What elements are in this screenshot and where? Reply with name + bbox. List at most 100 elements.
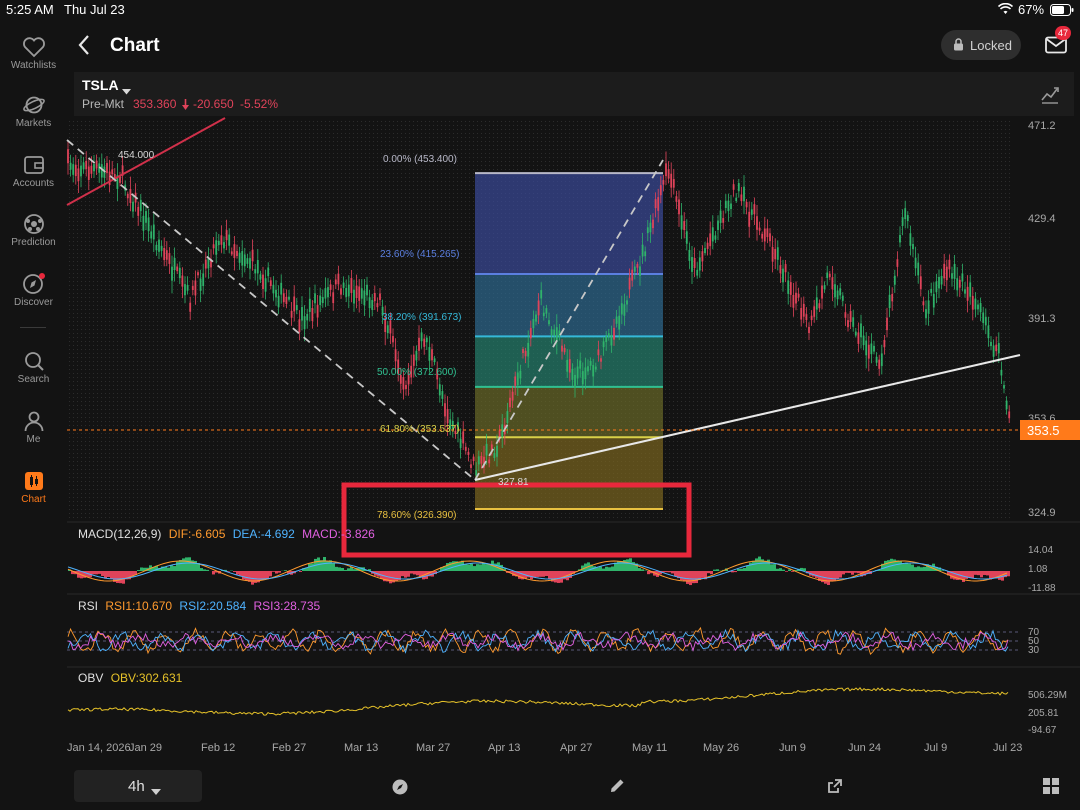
candle-body bbox=[943, 263, 946, 279]
macd-histogram-bar bbox=[980, 571, 983, 578]
candle-body bbox=[618, 315, 621, 330]
macd-histogram-bar bbox=[941, 570, 944, 571]
rsi-title: RSI bbox=[78, 599, 99, 613]
candle-body bbox=[275, 289, 277, 298]
candle-body bbox=[139, 199, 142, 212]
x-tick-label: Jun 9 bbox=[779, 742, 806, 754]
macd-histogram-bar bbox=[626, 559, 629, 571]
candle-body bbox=[540, 290, 543, 299]
candle-body bbox=[696, 269, 699, 276]
obv-y-tick: 506.29M bbox=[1028, 690, 1067, 701]
candle-body bbox=[966, 286, 969, 301]
candle-body bbox=[111, 169, 114, 175]
macd-histogram-bar bbox=[884, 560, 887, 571]
candle-body bbox=[828, 273, 831, 278]
obv-panel bbox=[67, 687, 1009, 716]
candle-body bbox=[1005, 400, 1008, 410]
candle-body bbox=[176, 266, 179, 272]
macd-histogram-bar bbox=[695, 571, 698, 584]
macd-histogram-bar bbox=[311, 563, 314, 571]
fib-level-label: 78.60% (326.390) bbox=[377, 510, 457, 521]
fib-level-label: 61.80% (353.537) bbox=[380, 424, 460, 435]
macd-histogram-bar bbox=[974, 571, 977, 575]
y-tick-label: 429.4 bbox=[1028, 213, 1056, 225]
macd-histogram-bar bbox=[599, 566, 602, 571]
candle-body bbox=[888, 294, 891, 309]
rsi-y-tick: 30 bbox=[1028, 645, 1040, 656]
candle-body bbox=[566, 359, 569, 372]
candle-body bbox=[826, 272, 829, 279]
candle-body bbox=[750, 209, 753, 215]
candle-body bbox=[441, 391, 444, 399]
macd-histogram-bar bbox=[701, 571, 704, 578]
compass-tool-icon[interactable] bbox=[391, 778, 409, 801]
current-price-tag-label: 353.5 bbox=[1027, 423, 1060, 438]
candle-body bbox=[394, 349, 397, 362]
macd-histogram-bar bbox=[902, 563, 905, 571]
candle-body bbox=[727, 200, 730, 212]
macd-histogram-bar bbox=[542, 571, 545, 577]
candle-body bbox=[74, 164, 77, 177]
macd-histogram-bar bbox=[911, 564, 914, 571]
macd-histogram-bar bbox=[596, 567, 599, 571]
grid-icon[interactable] bbox=[1043, 778, 1060, 800]
candle-body bbox=[199, 278, 202, 291]
share-icon[interactable] bbox=[826, 777, 844, 800]
candle-body bbox=[405, 384, 407, 390]
candle-body bbox=[425, 337, 428, 343]
candle-body bbox=[964, 289, 966, 294]
candle-body bbox=[745, 201, 748, 208]
candle-body bbox=[129, 189, 132, 204]
macd-histogram-bar bbox=[461, 560, 464, 571]
candle-body bbox=[925, 309, 927, 319]
macd-histogram-bar bbox=[905, 562, 908, 571]
macd-histogram-bar bbox=[338, 567, 341, 571]
candle-body bbox=[641, 244, 644, 257]
candle-body bbox=[628, 277, 631, 290]
candle-body bbox=[862, 335, 865, 346]
candle-body bbox=[459, 438, 462, 449]
candle-body bbox=[293, 296, 296, 312]
candle-body bbox=[303, 316, 306, 329]
candle-body bbox=[701, 251, 704, 262]
x-tick-label: Feb 27 bbox=[272, 742, 307, 754]
candle-body bbox=[314, 293, 316, 304]
rsi-1: RSI1:10.670 bbox=[105, 599, 173, 613]
interval-selector[interactable]: 4h bbox=[74, 770, 202, 802]
candle-body bbox=[145, 211, 147, 223]
candle-body bbox=[363, 290, 366, 306]
candle-body bbox=[340, 288, 342, 295]
macd-histogram-bar bbox=[791, 571, 794, 572]
obv-line bbox=[67, 687, 1009, 716]
candle-body bbox=[158, 239, 160, 252]
macd-histogram-bar bbox=[953, 571, 956, 580]
candle-body bbox=[982, 312, 985, 323]
candle-body bbox=[594, 366, 597, 370]
candle-body bbox=[730, 203, 732, 210]
candle-body bbox=[298, 319, 301, 333]
candle-body bbox=[553, 329, 556, 336]
candle-body bbox=[301, 307, 303, 321]
candle-body bbox=[776, 247, 779, 260]
macd-histogram-bar bbox=[458, 561, 461, 571]
candle-body bbox=[956, 278, 959, 291]
chart-canvas[interactable] bbox=[0, 0, 1080, 810]
candle-body bbox=[319, 295, 322, 306]
candle-body bbox=[225, 230, 228, 241]
macd-histogram-bar bbox=[200, 568, 203, 571]
candle-body bbox=[316, 304, 319, 318]
macd-histogram-bar bbox=[479, 564, 482, 571]
candle-body bbox=[464, 446, 467, 451]
candle-body bbox=[212, 244, 215, 249]
macd-histogram-bar bbox=[848, 571, 851, 573]
bottom-toolbar: 4h bbox=[67, 764, 1080, 810]
macd-histogram-bar bbox=[764, 560, 767, 571]
macd-histogram-bar bbox=[476, 564, 479, 571]
pencil-icon[interactable] bbox=[608, 777, 626, 800]
candle-body bbox=[379, 293, 381, 300]
candle-body bbox=[683, 221, 686, 231]
macd-histogram-bar bbox=[395, 571, 398, 581]
macd-histogram-bar bbox=[188, 557, 191, 571]
candle-body bbox=[600, 358, 602, 362]
macd-histogram-bar bbox=[182, 558, 185, 571]
